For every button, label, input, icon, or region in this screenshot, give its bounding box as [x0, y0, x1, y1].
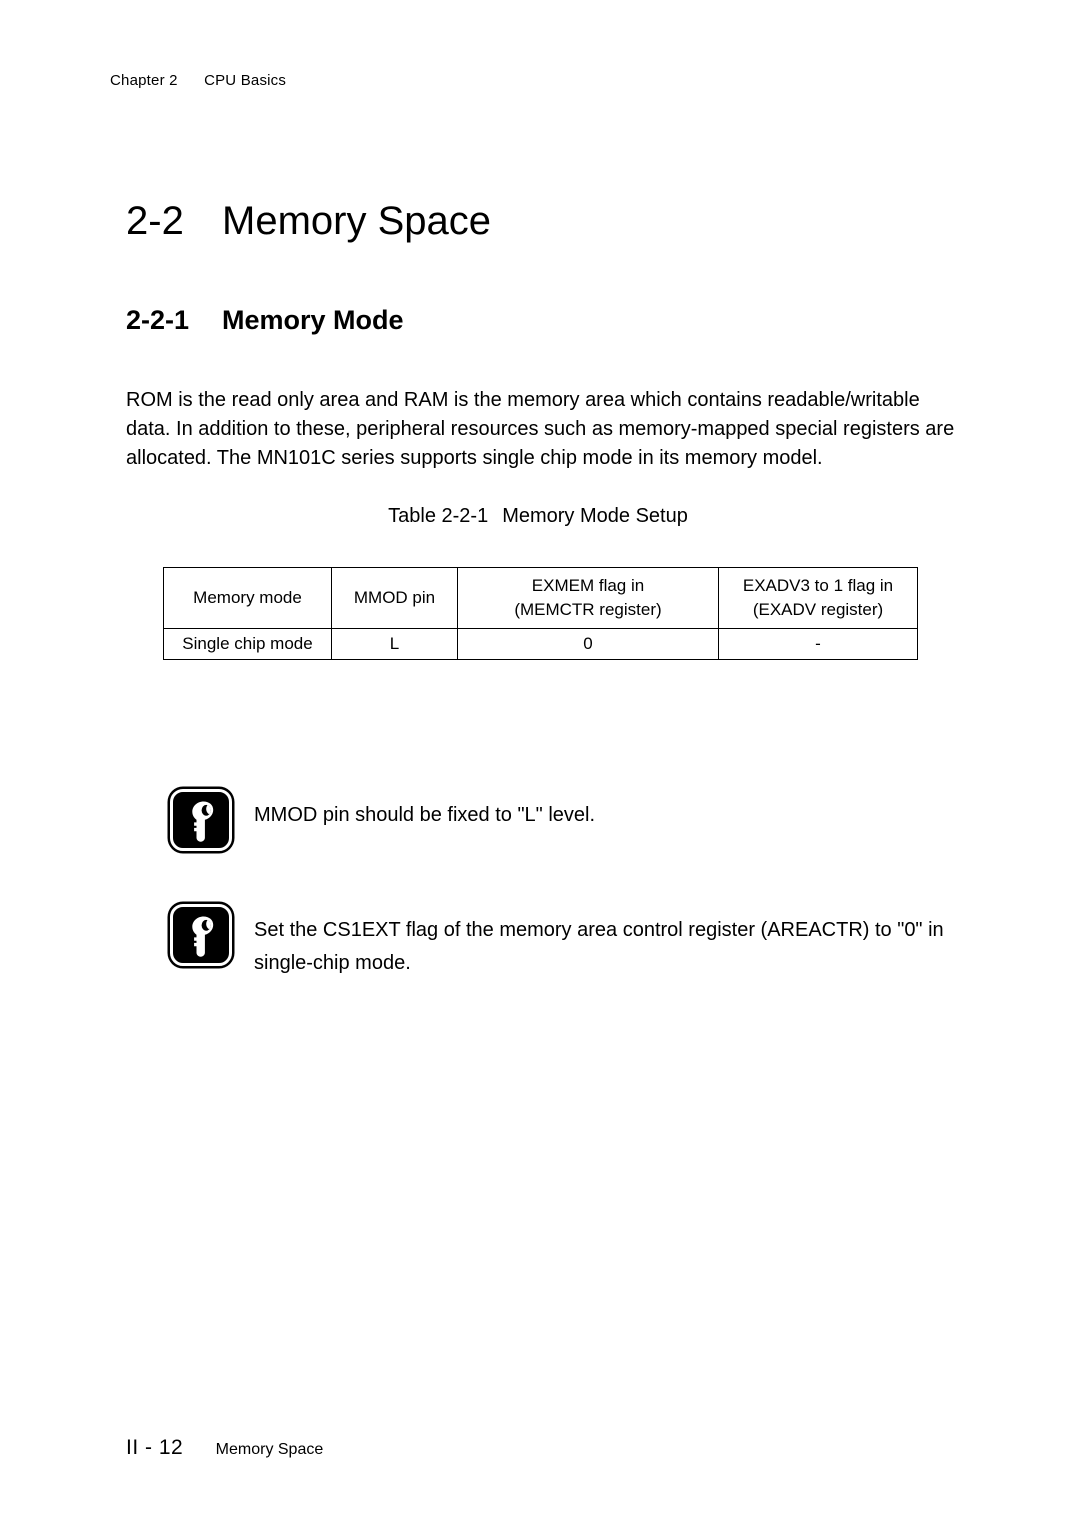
section-title: Memory Space [222, 198, 491, 243]
subsection-title: Memory Mode [222, 305, 404, 336]
header-chapter-number: Chapter 2 [110, 72, 178, 89]
header-chapter-title: CPU Basics [204, 72, 287, 89]
subsection-number: 2-2-1 [126, 305, 190, 336]
note-text: MMOD pin should be fixed to "L" level. [254, 804, 596, 826]
table-header-row: Memory mode MMOD pin EXMEM flag in (MEMC… [163, 567, 918, 629]
section-heading: 2-2 Memory Space [126, 199, 491, 244]
table-row: Single chip mode L 0 - [163, 628, 918, 660]
key-icon [170, 789, 232, 851]
column-header-exmem-flag: EXMEM flag in (MEMCTR register) [457, 567, 719, 629]
cell-mmod-pin: L [331, 628, 458, 660]
table-caption: Table 2-2-1 Memory Mode Setup [163, 505, 913, 528]
column-header-exadv-flag: EXADV3 to 1 flag in (EXADV register) [718, 567, 918, 629]
body-paragraph: ROM is the read only area and RAM is the… [126, 389, 955, 469]
key-icon [170, 904, 232, 966]
cell-exadv-flag: - [718, 628, 918, 660]
footer-title: Memory Space [215, 1441, 324, 1458]
section-number: 2-2 [126, 198, 184, 243]
column-header-mmod-pin: MMOD pin [331, 567, 458, 629]
column-header-memory-mode: Memory mode [163, 567, 332, 629]
cell-exmem-flag: 0 [457, 628, 719, 660]
memory-mode-setup-table: Memory mode MMOD pin EXMEM flag in (MEMC… [163, 567, 918, 660]
subsection-heading: 2-2-1 Memory Mode [126, 305, 404, 336]
page-footer: II - 12 Memory Space [126, 1436, 323, 1460]
note-text: Set the CS1EXT flag of the memory area c… [254, 919, 944, 974]
footer-folio: II - 12 [126, 1436, 184, 1459]
cell-memory-mode: Single chip mode [163, 628, 332, 660]
table-caption-title: Memory Mode Setup [502, 505, 688, 527]
table-caption-number: Table 2-2-1 [388, 505, 489, 527]
running-header: Chapter 2 CPU Basics [110, 72, 286, 89]
